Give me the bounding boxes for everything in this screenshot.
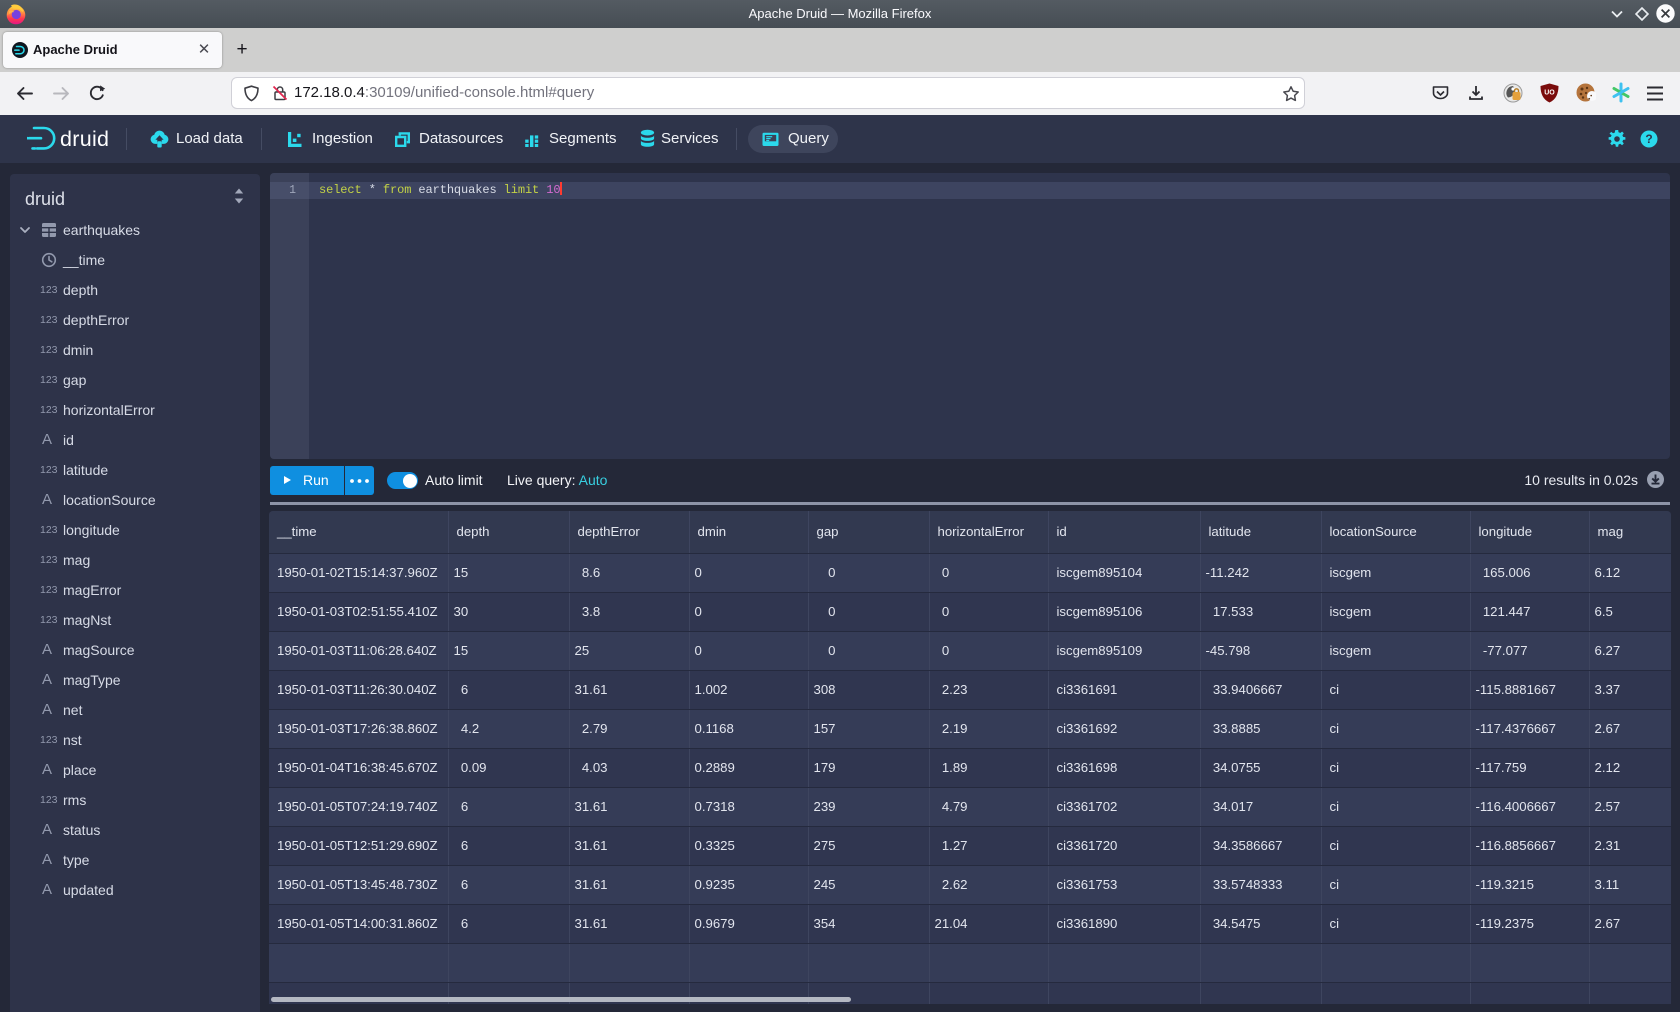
svg-text:?: ? <box>1645 132 1652 146</box>
svg-text:UO: UO <box>1544 90 1555 97</box>
